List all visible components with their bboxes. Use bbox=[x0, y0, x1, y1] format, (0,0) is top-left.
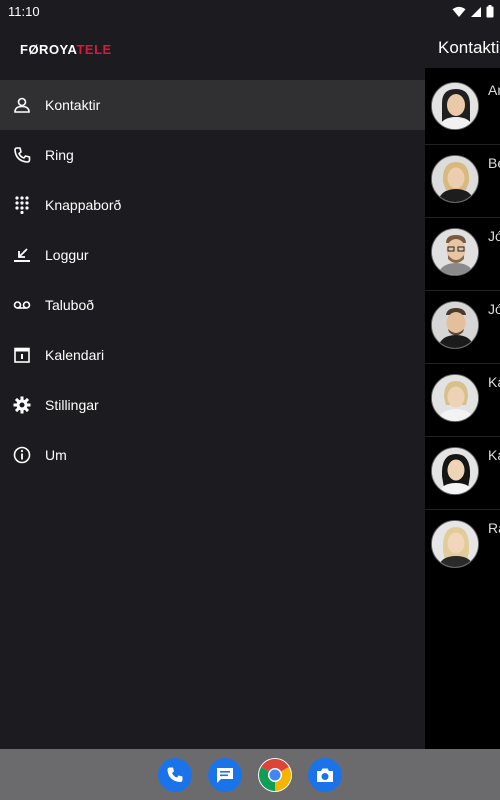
contact-name: Jó bbox=[488, 228, 500, 244]
contact-name: Ar bbox=[488, 82, 500, 98]
status-time: 11:10 bbox=[8, 4, 40, 19]
drawer-item-loggur[interactable]: Loggur bbox=[0, 230, 425, 280]
app-dock bbox=[0, 749, 500, 800]
avatar bbox=[431, 374, 479, 422]
phone-app-icon[interactable] bbox=[158, 758, 192, 792]
contact-name: Be bbox=[488, 155, 500, 171]
drawer-item-label: Kontaktir bbox=[45, 97, 101, 113]
chrome-app-icon[interactable] bbox=[258, 758, 292, 792]
call-log-icon bbox=[12, 245, 32, 265]
contacts-title: Kontakti bbox=[438, 38, 500, 57]
drawer-item-label: Um bbox=[45, 447, 67, 463]
drawer-header: FØROYATELE bbox=[0, 22, 425, 80]
drawer-item-label: Stillingar bbox=[45, 397, 99, 413]
avatar bbox=[431, 447, 479, 495]
drawer-item-label: Loggur bbox=[45, 247, 89, 263]
avatar bbox=[431, 228, 479, 276]
drawer-menu: Kontaktir Ring Knappaborð Loggur Taluboð bbox=[0, 80, 425, 480]
status-icons bbox=[452, 5, 494, 18]
foroya-tele-logo: FØROYATELE bbox=[20, 42, 112, 57]
battery-icon bbox=[486, 5, 494, 18]
drawer-item-talubod[interactable]: Taluboð bbox=[0, 280, 425, 330]
drawer-item-ring[interactable]: Ring bbox=[0, 130, 425, 180]
drawer-item-kalendari[interactable]: Kalendari bbox=[0, 330, 425, 380]
gear-icon bbox=[12, 395, 32, 415]
phone-icon bbox=[12, 145, 32, 165]
calendar-icon bbox=[12, 345, 32, 365]
drawer-item-label: Ring bbox=[45, 147, 74, 163]
drawer-item-knappabord[interactable]: Knappaborð bbox=[0, 180, 425, 230]
camera-app-icon[interactable] bbox=[308, 758, 342, 792]
dialpad-icon bbox=[12, 195, 32, 215]
avatar bbox=[431, 82, 479, 130]
voicemail-icon bbox=[12, 295, 32, 315]
status-bar: 11:10 bbox=[0, 0, 500, 22]
navigation-drawer: FØROYATELE Kontaktir Ring Knappaborð Log… bbox=[0, 22, 425, 749]
drawer-item-label: Taluboð bbox=[45, 297, 95, 313]
avatar bbox=[431, 301, 479, 349]
drawer-item-stillingar[interactable]: Stillingar bbox=[0, 380, 425, 430]
contact-icon bbox=[12, 95, 32, 115]
drawer-item-label: Knappaborð bbox=[45, 197, 122, 213]
contact-name: Jó bbox=[488, 301, 500, 317]
wifi-icon bbox=[452, 6, 466, 17]
avatar bbox=[431, 520, 479, 568]
info-icon bbox=[12, 445, 32, 465]
contact-name: Ka bbox=[488, 447, 500, 463]
drawer-item-um[interactable]: Um bbox=[0, 430, 425, 480]
messages-app-icon[interactable] bbox=[208, 758, 242, 792]
drawer-item-label: Kalendari bbox=[45, 347, 105, 363]
contact-name: Ka bbox=[488, 374, 500, 390]
avatar bbox=[431, 155, 479, 203]
contact-name: Ra bbox=[488, 520, 500, 536]
signal-icon bbox=[471, 6, 481, 17]
drawer-item-kontaktir[interactable]: Kontaktir bbox=[0, 80, 425, 130]
